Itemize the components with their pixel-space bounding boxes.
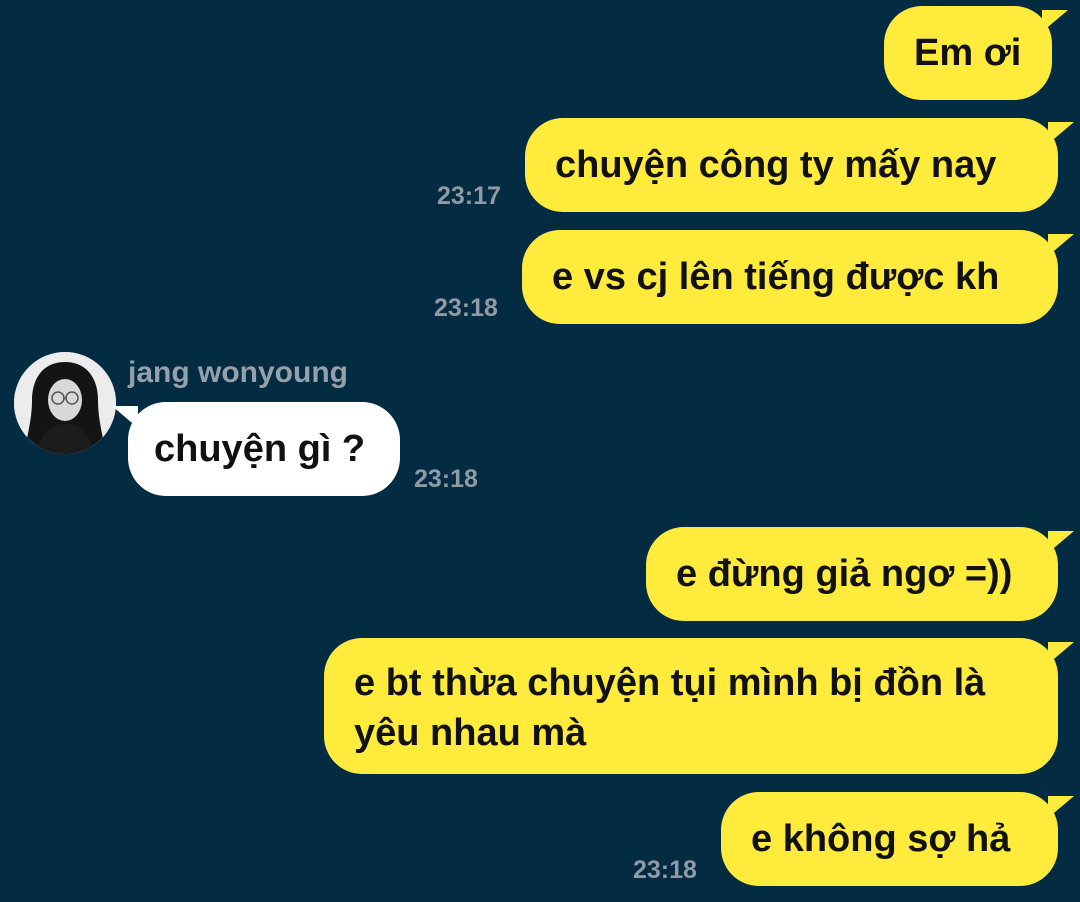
- avatar-photo: [14, 352, 116, 454]
- message-timestamp: 23:18: [633, 856, 697, 884]
- message-timestamp: 23:17: [437, 182, 501, 210]
- contact-avatar[interactable]: [14, 352, 116, 454]
- sent-message-bubble[interactable]: e không sợ hả: [721, 792, 1074, 886]
- message-text: chuyện công ty mấy nay: [555, 144, 997, 186]
- message-text-line-1: e bt thừa chuyện tụi mình bị đồn là: [354, 662, 986, 704]
- message-text: Em ơi: [914, 32, 1022, 74]
- message-timestamp: 23:18: [414, 465, 478, 493]
- message-text: e không sợ hả: [751, 818, 1011, 860]
- message-text-line-2: yêu nhau mà: [354, 712, 587, 754]
- sent-message-bubble[interactable]: Em ơi: [884, 6, 1068, 100]
- sender-name[interactable]: jang wonyoung: [128, 356, 348, 390]
- message-text: e vs cj lên tiếng được kh: [552, 256, 1000, 298]
- message-text: e đừng giả ngơ =)): [676, 553, 1013, 595]
- sent-message-bubble[interactable]: e đừng giả ngơ =)): [646, 527, 1074, 621]
- sent-message-bubble[interactable]: e bt thừa chuyện tụi mình bị đồn là yêu …: [324, 638, 1074, 774]
- sent-message-bubble[interactable]: e vs cj lên tiếng được kh: [522, 230, 1074, 324]
- sent-message-bubble[interactable]: chuyện công ty mấy nay: [525, 118, 1074, 212]
- received-message-bubble[interactable]: chuyện gì ?: [112, 402, 400, 496]
- message-text: chuyện gì ?: [154, 428, 366, 470]
- message-timestamp: 23:18: [434, 294, 498, 322]
